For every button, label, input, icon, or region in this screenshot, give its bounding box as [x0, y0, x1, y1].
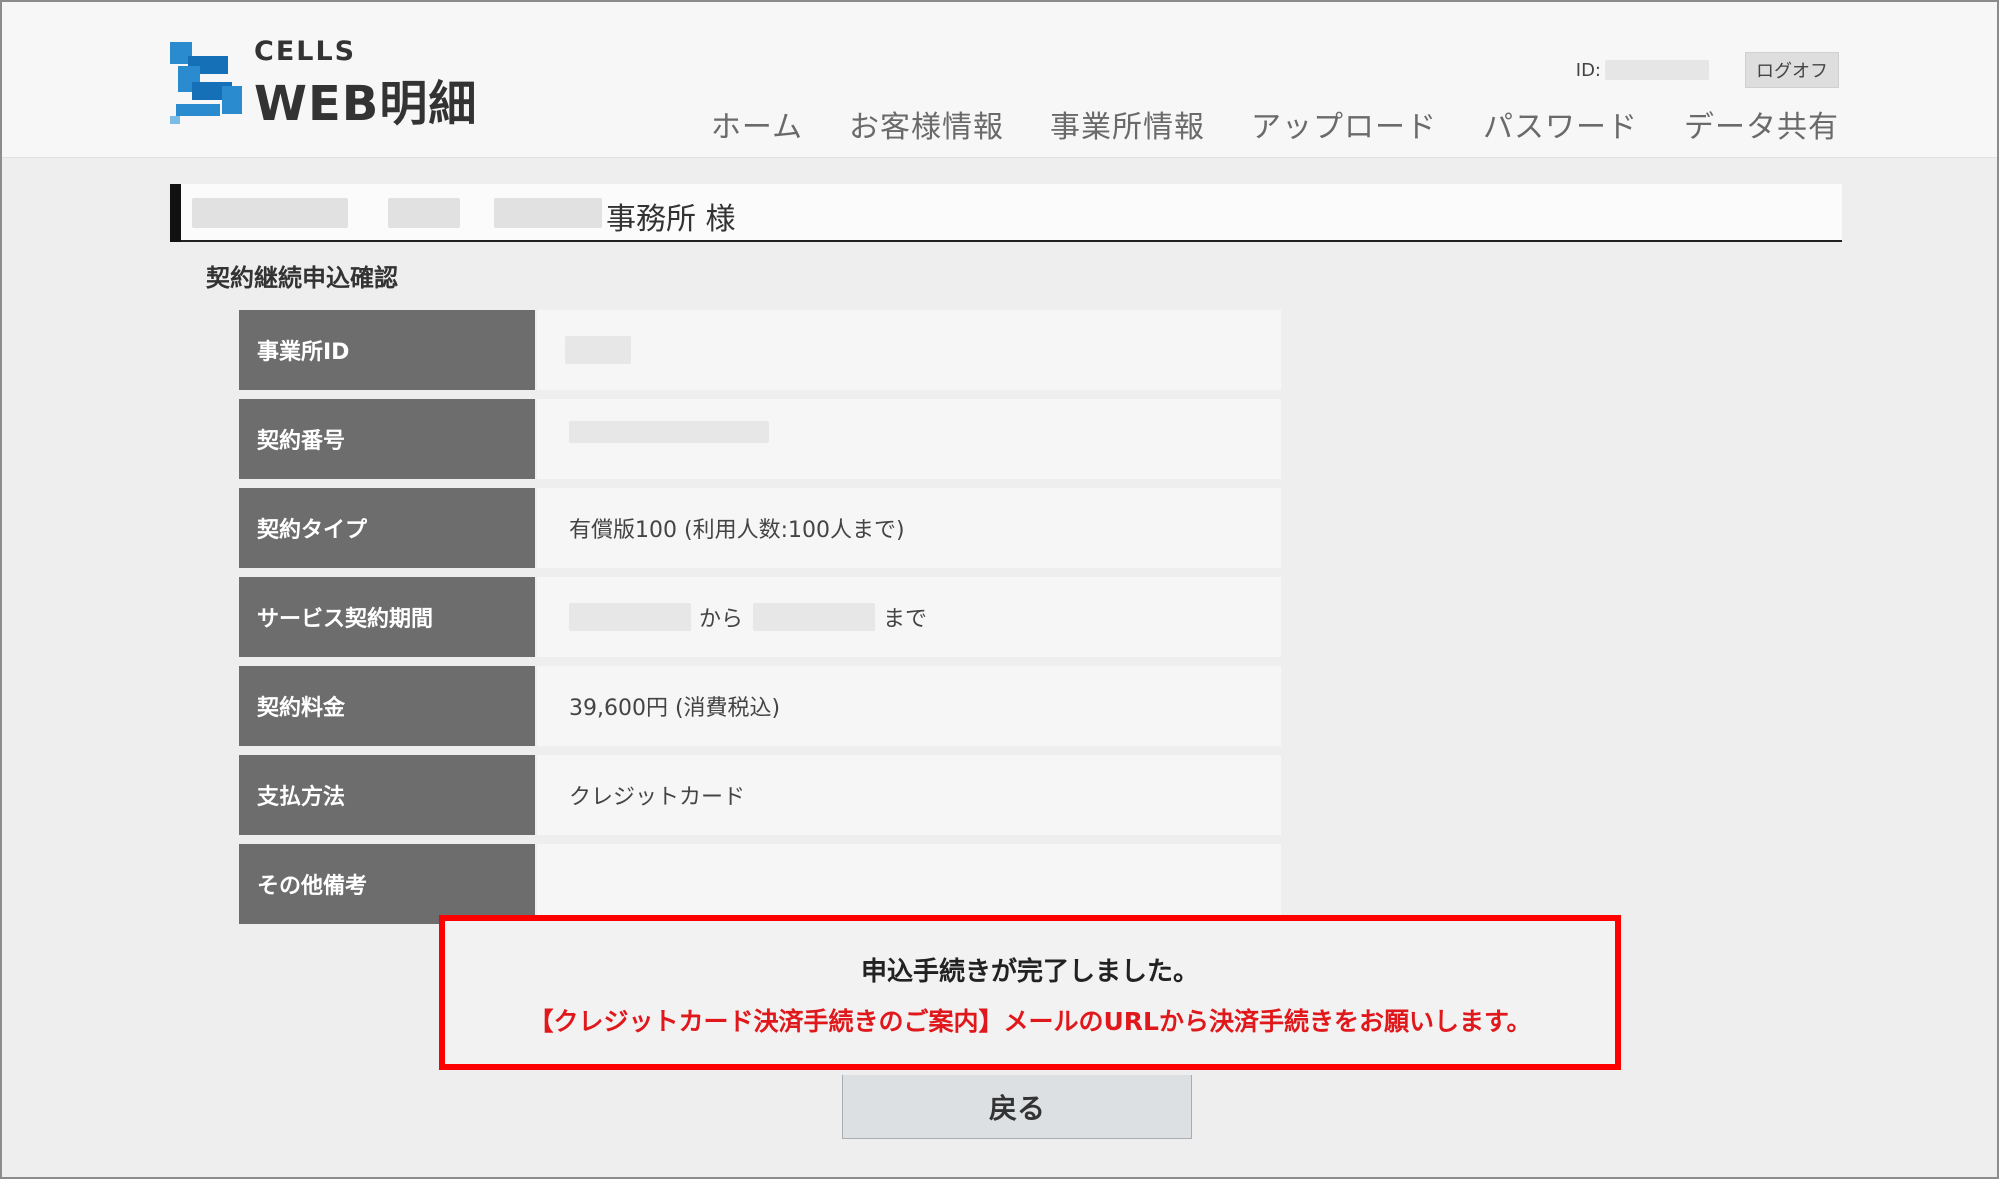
logo-cells-text: CELLS: [254, 36, 357, 67]
office-title-bar: 事務所 様: [170, 184, 1842, 242]
payment-method-value: クレジットカード: [537, 755, 1281, 835]
nav-home[interactable]: ホーム: [711, 102, 803, 146]
row-label: 事業所ID: [239, 310, 535, 390]
end-date-redacted: [753, 603, 876, 631]
office-name-redacted: [388, 198, 460, 228]
page-title: 契約継続申込確認: [206, 264, 398, 292]
nav-data-share[interactable]: データ共有: [1684, 102, 1839, 146]
header: CELLS WEB明細 ID: ログオフ ホーム お客様情報 事業所情報 アップ…: [2, 2, 1997, 158]
back-button[interactable]: 戻る: [842, 1075, 1192, 1139]
app-window: CELLS WEB明細 ID: ログオフ ホーム お客様情報 事業所情報 アップ…: [0, 0, 1999, 1179]
office-name-suffix: 事務所 様: [606, 202, 736, 237]
notice-message: 【クレジットカード決済手続きのご案内】メールのURLから決済手続きをお願いします…: [528, 1007, 1532, 1036]
logoff-button[interactable]: ログオフ: [1745, 52, 1839, 88]
table-row: サービス契約期間 から まで: [239, 577, 1281, 657]
contract-period-value: から まで: [537, 577, 1281, 657]
period-to-text: まで: [883, 607, 928, 632]
table-row: 契約番号: [239, 399, 1281, 479]
contract-number-value: [537, 399, 1281, 479]
row-label: 契約料金: [239, 666, 535, 746]
user-id-label: ID:: [1575, 59, 1601, 81]
notice-title: 申込手続きが完了しました。: [860, 957, 1199, 987]
user-id-value: [1605, 60, 1709, 80]
table-row: 支払方法 クレジットカード: [239, 755, 1281, 835]
table-row: 契約料金 39,600円 (消費税込): [239, 666, 1281, 746]
table-row: 事業所ID: [239, 310, 1281, 390]
notes-value: [537, 844, 1281, 924]
cells-logo-icon: [170, 42, 242, 124]
row-label: サービス契約期間: [239, 577, 535, 657]
nav-office-info[interactable]: 事業所情報: [1050, 102, 1205, 146]
completion-notice: 申込手続きが完了しました。 【クレジットカード決済手続きのご案内】メールのURL…: [439, 915, 1621, 1070]
main-nav: ホーム お客様情報 事業所情報 アップロード パスワード データ共有: [711, 102, 1839, 146]
logo-main-text: WEB明細: [254, 76, 478, 132]
start-date-redacted: [569, 603, 691, 631]
row-label: 契約番号: [239, 399, 535, 479]
nav-password[interactable]: パスワード: [1483, 102, 1638, 146]
contract-type-value: 有償版100 (利用人数:100人まで): [537, 488, 1281, 568]
redacted-value: [565, 336, 631, 364]
row-label: 支払方法: [239, 755, 535, 835]
redacted-value: [569, 421, 769, 443]
office-id-value: [537, 310, 1281, 390]
logo[interactable]: CELLS WEB明細: [170, 36, 490, 132]
office-name-redacted: [494, 198, 602, 228]
table-row: 契約タイプ 有償版100 (利用人数:100人まで): [239, 488, 1281, 568]
contract-fee-value: 39,600円 (消費税込): [537, 666, 1281, 746]
nav-customer-info[interactable]: お客様情報: [849, 102, 1004, 146]
row-label: 契約タイプ: [239, 488, 535, 568]
office-name-redacted: [192, 198, 348, 228]
row-label: その他備考: [239, 844, 535, 924]
table-row: その他備考: [239, 844, 1281, 924]
contract-table: 事業所ID 契約番号 契約タイプ 有償版100 (利用人数:100人まで) サー…: [239, 310, 1281, 933]
period-from-text: から: [699, 607, 744, 632]
nav-upload[interactable]: アップロード: [1251, 102, 1437, 146]
user-box: ID: ログオフ: [1575, 52, 1839, 88]
